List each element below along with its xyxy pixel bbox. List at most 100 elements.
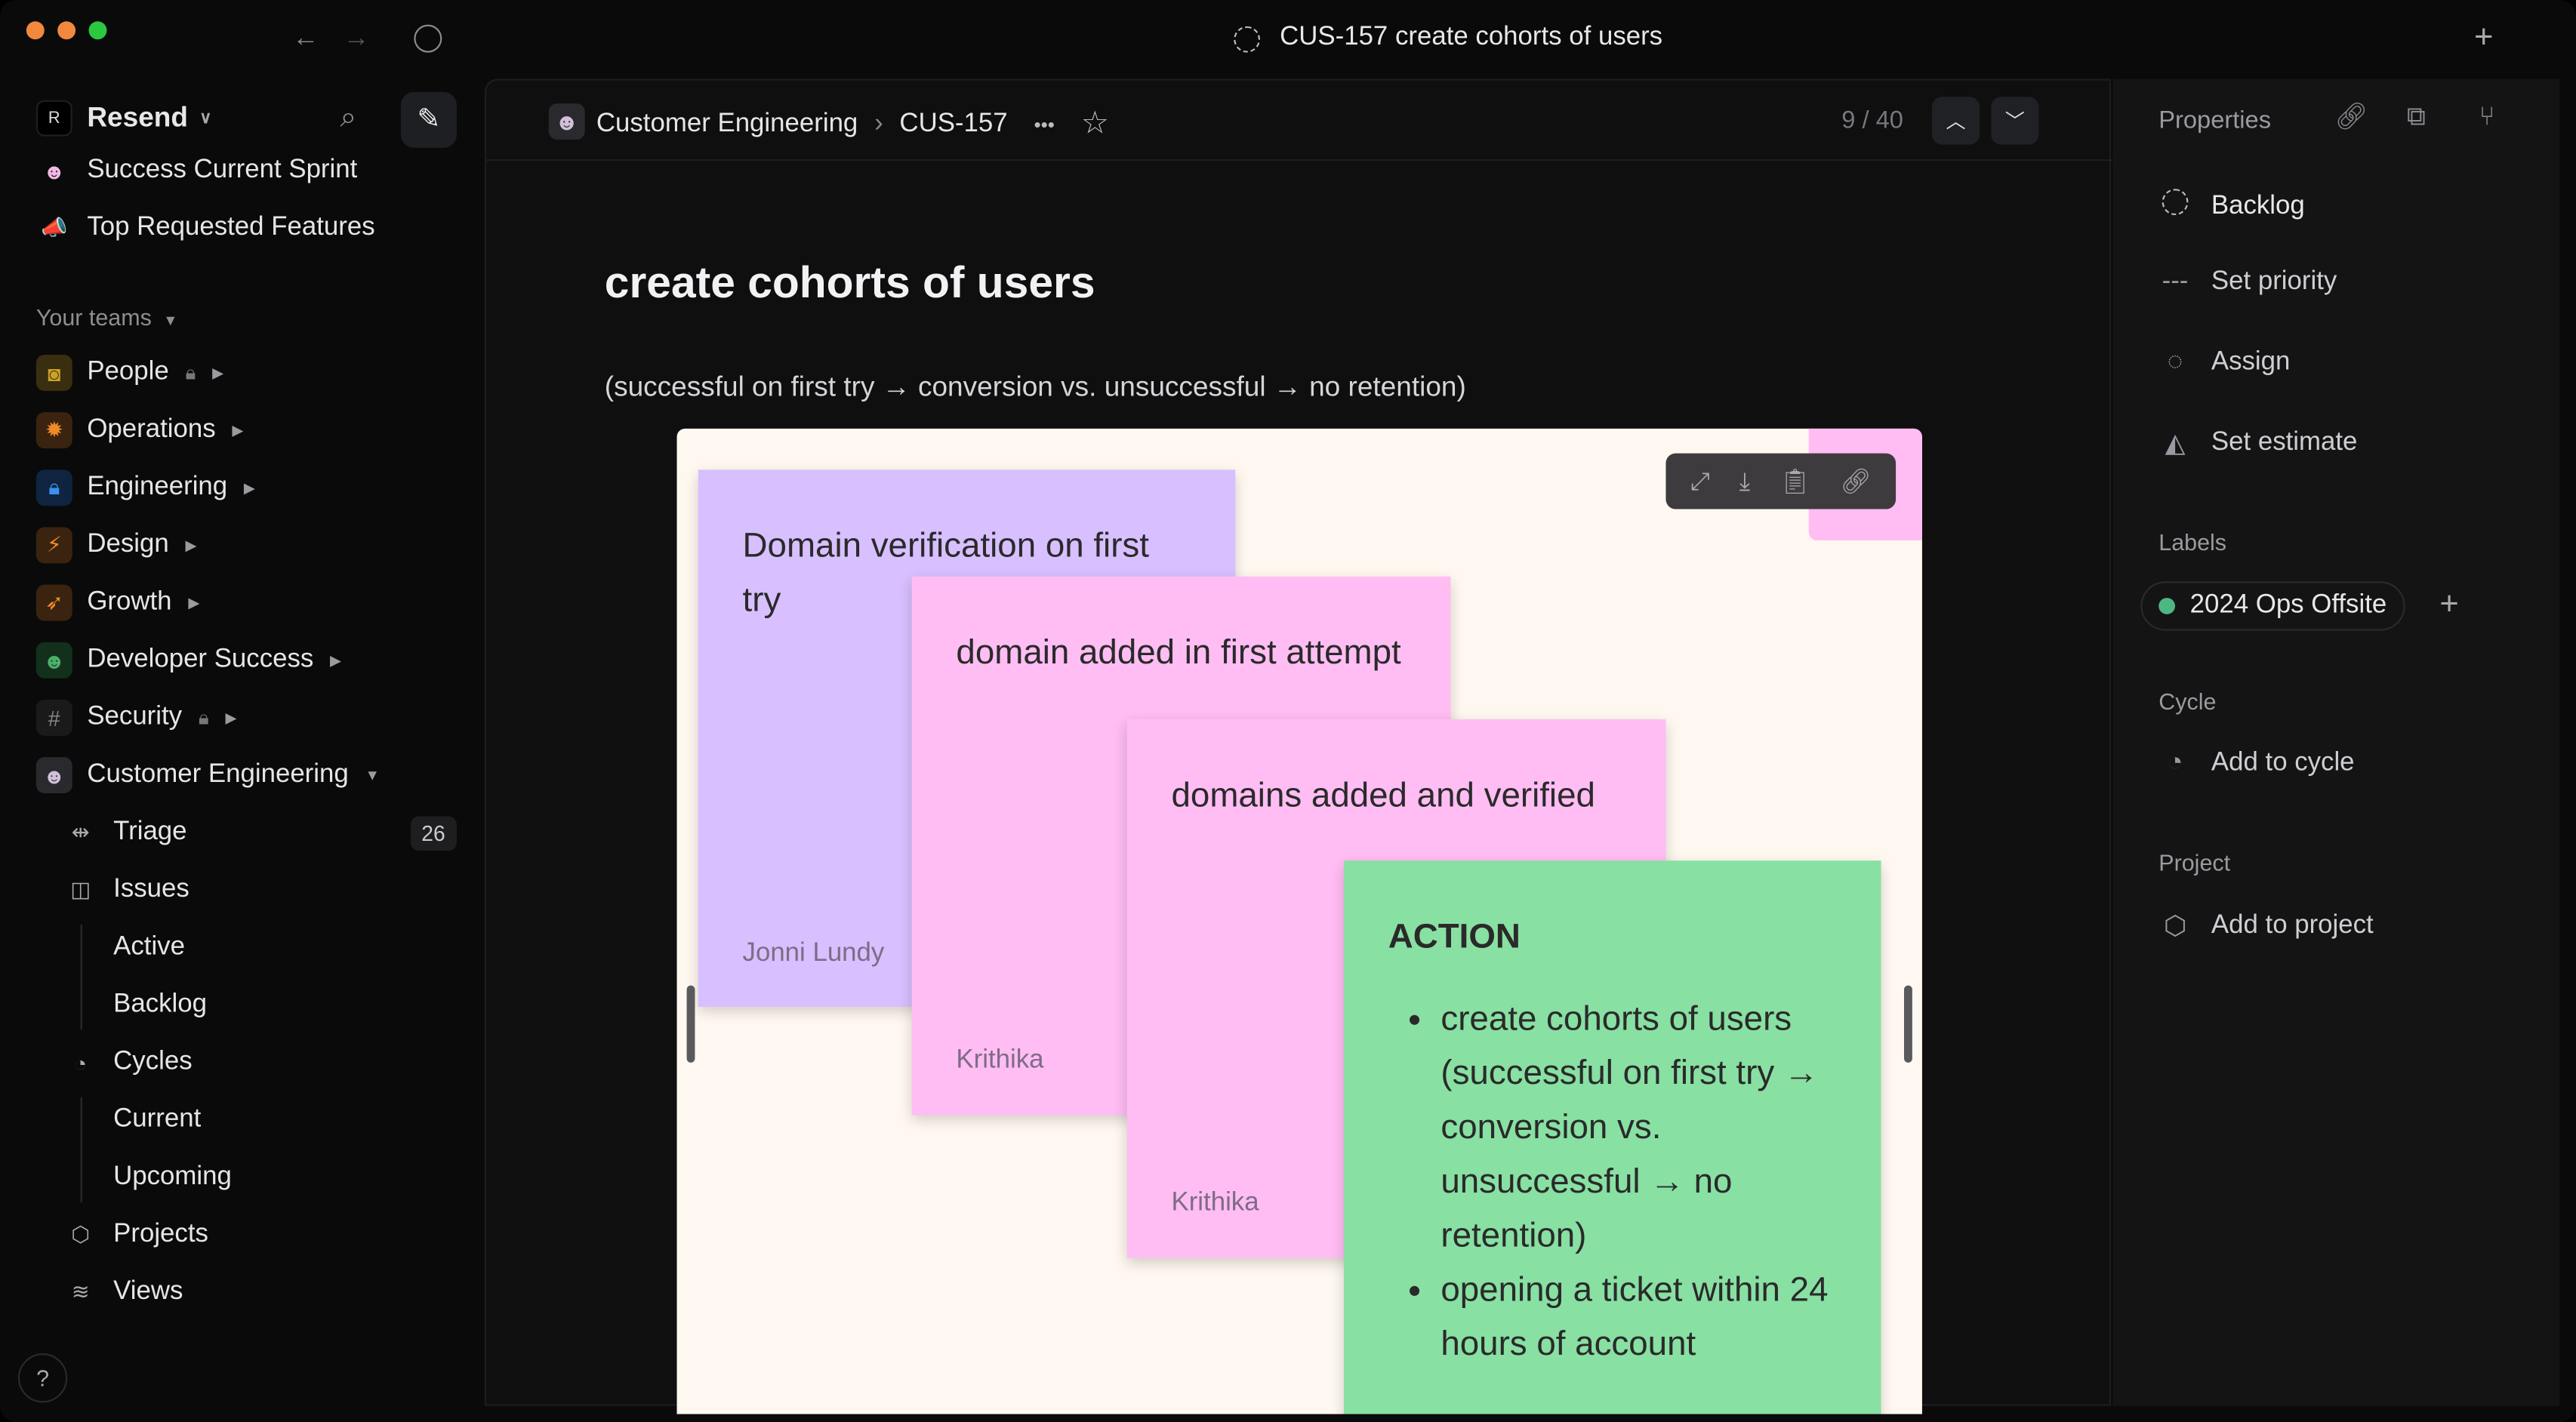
- copy-clipboard-icon[interactable]: 📋︎: [1779, 466, 1810, 496]
- copy-link-icon[interactable]: 🔗︎: [2334, 104, 2368, 131]
- status-value: Backlog: [2211, 191, 2305, 220]
- team-label: Design: [87, 530, 169, 559]
- new-tab-button[interactable]: +: [2474, 21, 2493, 54]
- next-issue-button[interactable]: ﹀: [1991, 97, 2039, 145]
- team-label: People: [87, 358, 169, 386]
- note-author: Krithika: [956, 1046, 1044, 1075]
- link-icon[interactable]: 🔗︎: [1840, 466, 1871, 496]
- nav-current[interactable]: Current: [113, 1097, 201, 1143]
- team-operations[interactable]: ✹ Operations ▶: [35, 408, 243, 454]
- tree-line: [80, 925, 82, 1030]
- workspace-switcher[interactable]: Resend ∨: [87, 102, 211, 135]
- nav-label: Issues: [113, 875, 190, 903]
- assignee-select[interactable]: ◌ Assign: [2158, 348, 2291, 377]
- team-people[interactable]: ◙ People 🔒︎ ▶: [35, 349, 224, 396]
- header-divider: [486, 159, 2113, 162]
- search-icon[interactable]: ⌕: [340, 102, 356, 131]
- team-label: Customer Engineering: [87, 760, 349, 789]
- note-heading: ACTION: [1388, 918, 1521, 956]
- tree-line: [80, 1097, 82, 1202]
- priority-select[interactable]: --- Set priority: [2158, 268, 2337, 297]
- expand-icon[interactable]: ⤢: [1690, 467, 1710, 495]
- note-author: Jonni Lundy: [742, 939, 885, 968]
- trophy-icon: ☻: [42, 158, 66, 183]
- cycle-select[interactable]: ◔ Add to cycle: [2158, 749, 2354, 778]
- cycle-heading: Cycle: [2158, 688, 2217, 715]
- team-growth[interactable]: ➶ Growth ▶: [35, 580, 199, 626]
- git-branch-icon[interactable]: ⑂: [2479, 104, 2495, 131]
- nav-upcoming[interactable]: Upcoming: [113, 1155, 232, 1201]
- your-teams-toggle[interactable]: Your teams ▼: [36, 304, 178, 331]
- team-customer-engineering[interactable]: ☻ Customer Engineering ▼: [35, 753, 380, 799]
- cycle-value: Add to cycle: [2211, 749, 2355, 777]
- person-badge-icon: ◙: [35, 355, 72, 391]
- note-text: domain added in first attempt: [956, 633, 1401, 672]
- nav-views[interactable]: ≋ Views: [63, 1270, 183, 1316]
- team-label: Growth: [87, 588, 172, 617]
- nav-label: Cycles: [113, 1048, 193, 1076]
- embedded-whiteboard-image[interactable]: hi Domain verification on first tryJonni…: [676, 428, 1922, 1414]
- nav-projects[interactable]: ⬡ Projects: [63, 1212, 208, 1258]
- nav-active[interactable]: Active: [113, 925, 185, 971]
- maximize-window-button[interactable]: [88, 21, 107, 40]
- status-select[interactable]: Backlog: [2158, 189, 2305, 223]
- history-clock-icon[interactable]: [414, 24, 442, 53]
- team-security[interactable]: # Security 🔒︎ ▶: [35, 694, 237, 740]
- properties-heading: Properties: [2158, 106, 2272, 135]
- chevron-down-icon: ﹀: [2004, 109, 2025, 134]
- section-heading: Your teams: [35, 303, 152, 331]
- favorite-top-requested-features[interactable]: 📣 Top Requested Features: [36, 205, 374, 251]
- note-bullet: create cohorts of users (successful on f…: [1441, 992, 1836, 1263]
- cube-icon: ⬡: [2163, 913, 2187, 941]
- project-select[interactable]: ⬡ Add to project: [2158, 910, 2374, 943]
- help-button[interactable]: ?: [17, 1353, 68, 1403]
- estimate-value: Set estimate: [2211, 428, 2358, 457]
- caret-right-icon: ▶: [212, 363, 224, 380]
- label-name: 2024 Ops Offsite: [2189, 591, 2387, 620]
- team-engineering[interactable]: 🔒︎ Engineering ▶: [35, 465, 255, 511]
- alien-icon: ☻: [35, 642, 72, 679]
- layers-icon: ≋: [71, 1279, 90, 1304]
- nav-backlog[interactable]: Backlog: [113, 982, 207, 1028]
- breadcrumb-issue-id[interactable]: CUS-157: [899, 109, 1007, 139]
- project-value: Add to project: [2211, 911, 2374, 940]
- nav-cycles[interactable]: ◔ Cycles: [63, 1039, 193, 1085]
- app-window: ← → CUS-157 create cohorts of users + R …: [0, 0, 2576, 1422]
- estimate-select[interactable]: ◭ Set estimate: [2158, 427, 2358, 460]
- note-bullet: opening a ticket within 24 hours of acco…: [1441, 1263, 1836, 1371]
- back-arrow-icon[interactable]: ←: [292, 26, 319, 53]
- caret-right-icon: ▶: [225, 708, 237, 725]
- forward-arrow-icon[interactable]: →: [344, 26, 370, 53]
- new-issue-button[interactable]: ✎: [400, 91, 457, 148]
- lightning-icon: ⚡︎: [35, 527, 72, 564]
- triage-icon: ⇹: [71, 819, 90, 845]
- triage-count-badge: 26: [409, 815, 457, 851]
- issue-description[interactable]: (successful on first try → conversion vs…: [605, 371, 1466, 405]
- download-icon[interactable]: ⤓: [1739, 467, 1750, 495]
- favorite-success-current-sprint[interactable]: ☻ Success Current Sprint: [36, 158, 357, 194]
- resize-handle-left[interactable]: [686, 985, 695, 1063]
- add-label-button[interactable]: +: [2439, 586, 2458, 624]
- close-window-button[interactable]: [26, 21, 45, 40]
- rocket-icon: ➶: [35, 584, 72, 621]
- nav-issues[interactable]: ◫ Issues: [63, 867, 190, 913]
- copy-id-icon[interactable]: ⧉: [2407, 104, 2426, 131]
- issue-title[interactable]: create cohorts of users: [605, 258, 1095, 309]
- previous-issue-button[interactable]: ︿: [1931, 97, 1980, 145]
- label-chip[interactable]: 2024 Ops Offsite: [2140, 581, 2405, 631]
- team-design[interactable]: ⚡︎ Design ▶: [35, 522, 197, 568]
- image-toolbar: ⤢ ⤓ 📋︎ 🔗︎: [1665, 453, 1897, 509]
- breadcrumb-team[interactable]: Customer Engineering: [596, 109, 858, 139]
- team-label: Engineering: [87, 472, 228, 501]
- more-options-button[interactable]: •••: [1034, 112, 1054, 135]
- workspace-avatar: R: [35, 100, 72, 137]
- chevron-down-icon: ∨: [199, 109, 212, 128]
- caret-right-icon: ▶: [243, 479, 255, 496]
- cycle-icon: ◔: [74, 1050, 88, 1076]
- estimate-icon: ◭: [2165, 430, 2186, 459]
- star-icon[interactable]: ☆: [1081, 105, 1109, 143]
- team-developer-success[interactable]: ☻ Developer Success ▶: [35, 637, 341, 683]
- resize-handle-right[interactable]: [1903, 985, 1912, 1063]
- nav-triage[interactable]: ⇹ Triage 26: [63, 810, 457, 856]
- minimize-window-button[interactable]: [57, 21, 76, 40]
